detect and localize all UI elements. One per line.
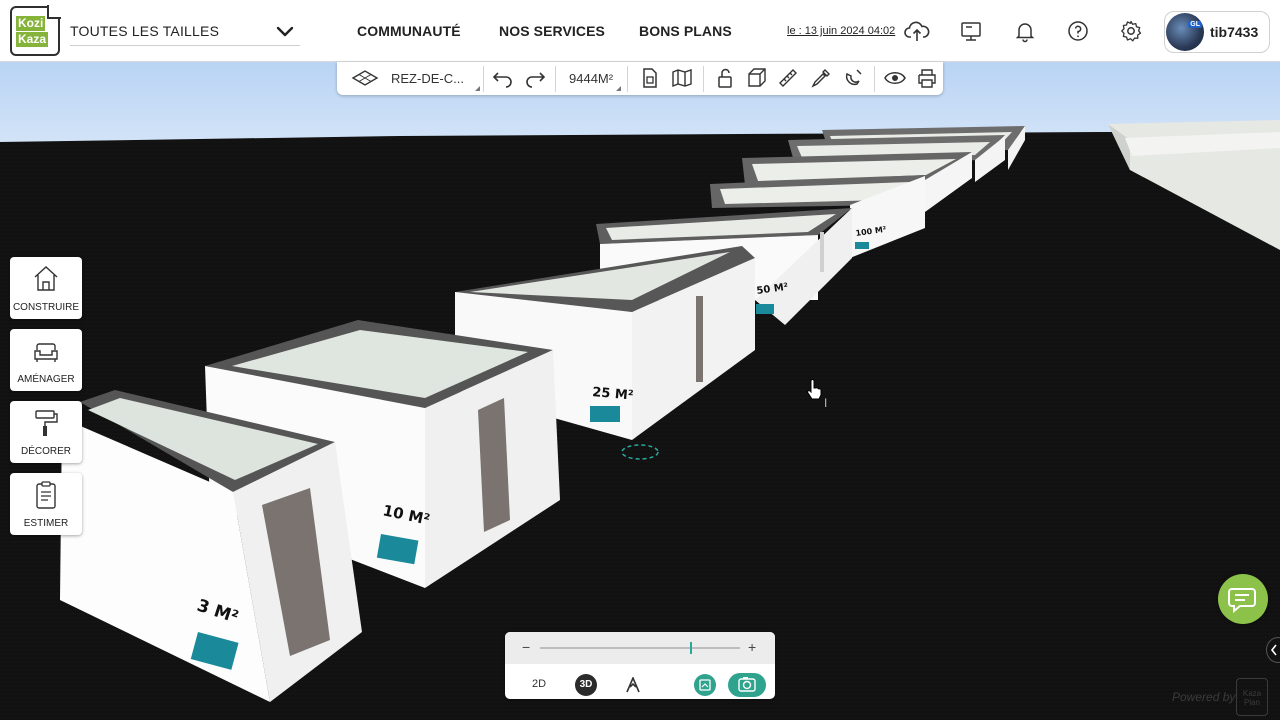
monitor-icon[interactable] [957,17,985,45]
zoom-in-button[interactable]: + [748,639,756,655]
chevron-left-icon [1270,644,1277,656]
toolbar-divider [555,66,556,92]
chat-button[interactable] [1218,574,1268,624]
decorer-button[interactable]: DÉCORER [10,401,82,463]
construire-label: CONSTRUIRE [12,302,80,313]
area-display[interactable]: 9444M² [559,62,623,95]
toolbar-divider [874,66,875,92]
view-control-panel: − + 2D 3D [505,632,775,699]
bell-icon[interactable] [1011,17,1039,45]
kazaplan-logo: Kaza Plan [1236,678,1268,716]
hand-cursor-icon [807,379,822,400]
3d-viewport[interactable]: 100 M² 50 M² 25 M² 10 M² 3 M² [0,0,1280,720]
top-header: Kozi Kaza TOUTES LES TAILLES COMMUNAUTÉ … [0,0,1280,62]
pipette-icon[interactable] [811,68,831,88]
nav-nos-services[interactable]: NOS SERVICES [499,23,605,39]
username: tib7433 [1210,24,1259,40]
avatar-badge: GL [1188,21,1202,28]
document-icon[interactable] [641,68,659,88]
map-icon[interactable] [672,68,692,88]
text-cursor-icon: I [824,396,828,410]
dropdown-corner-icon [475,86,480,91]
screenshot-button[interactable] [728,673,766,697]
powered-by-text: Powered by [1172,690,1236,704]
editor-toolbar: REZ-DE-C... 9444M² [337,62,943,95]
kazaplan-logo-line1: Kaza [1242,689,1262,698]
ruler-icon[interactable] [778,68,798,88]
logo-roof-mark [47,5,61,19]
fit-view-button[interactable] [694,674,716,696]
cube-outline-icon [351,70,379,86]
toolbar-divider [483,66,484,92]
paint-roller-icon [35,410,58,436]
user-menu[interactable]: GL tib7433 [1164,11,1270,53]
zoom-slider[interactable] [540,642,740,654]
camera-icon [738,677,756,692]
redo-icon[interactable] [524,68,546,88]
magnet-icon[interactable] [843,68,863,88]
size-filter-label: TOUTES LES TAILLES [70,23,220,39]
estimer-button[interactable]: ESTIMER [10,473,82,535]
toolbar-divider [703,66,704,92]
save-date-link[interactable]: le : 13 juin 2024 04:02 [787,25,895,37]
dropdown-corner-icon [616,86,621,91]
logo-text-line2: Kaza [16,32,49,47]
view-3d-button[interactable]: 3D [575,674,597,696]
fit-screen-icon [699,679,711,691]
size-filter-dropdown[interactable]: TOUTES LES TAILLES [70,18,300,46]
view-2d-button[interactable]: 2D [532,678,546,690]
toolbar-divider [627,66,628,92]
construire-button[interactable]: CONSTRUIRE [10,257,82,319]
amenager-label: AMÉNAGER [17,374,75,385]
printer-icon[interactable] [917,68,937,88]
estimer-label: ESTIMER [23,518,69,529]
zoom-out-button[interactable]: − [522,639,530,655]
kozikaza-logo[interactable]: Kozi Kaza [10,5,61,56]
nav-bons-plans[interactable]: BONS PLANS [639,23,732,39]
nav-communaute[interactable]: COMMUNAUTÉ [357,23,461,39]
collapse-panel-button[interactable] [1266,637,1280,663]
gear-icon[interactable] [1117,17,1145,45]
logo-text-line1: Kozi [16,16,46,31]
house-icon [34,266,58,291]
amenager-button[interactable]: AMÉNAGER [10,329,82,391]
kazaplan-logo-line2: Plan [1243,698,1260,707]
unlock-icon[interactable] [716,68,734,88]
chevron-down-icon [276,26,294,37]
level-label: REZ-DE-C... [391,71,464,86]
box-icon[interactable] [747,68,767,88]
eye-icon[interactable] [884,68,906,88]
clipboard-icon [36,481,56,509]
walk-mode-icon[interactable] [625,677,641,693]
undo-icon[interactable] [492,68,514,88]
zoom-bar: − + [505,632,775,664]
area-value: 9444M² [569,71,614,86]
help-icon[interactable] [1064,17,1092,45]
avatar: GL [1166,13,1204,51]
level-selector[interactable]: REZ-DE-C... [337,62,482,95]
zoom-slider-thumb[interactable] [690,642,692,654]
chat-bubble-icon [1228,588,1256,614]
decorer-label: DÉCORER [20,446,71,457]
sofa-icon [34,343,58,362]
cloud-upload-icon[interactable] [903,17,931,45]
